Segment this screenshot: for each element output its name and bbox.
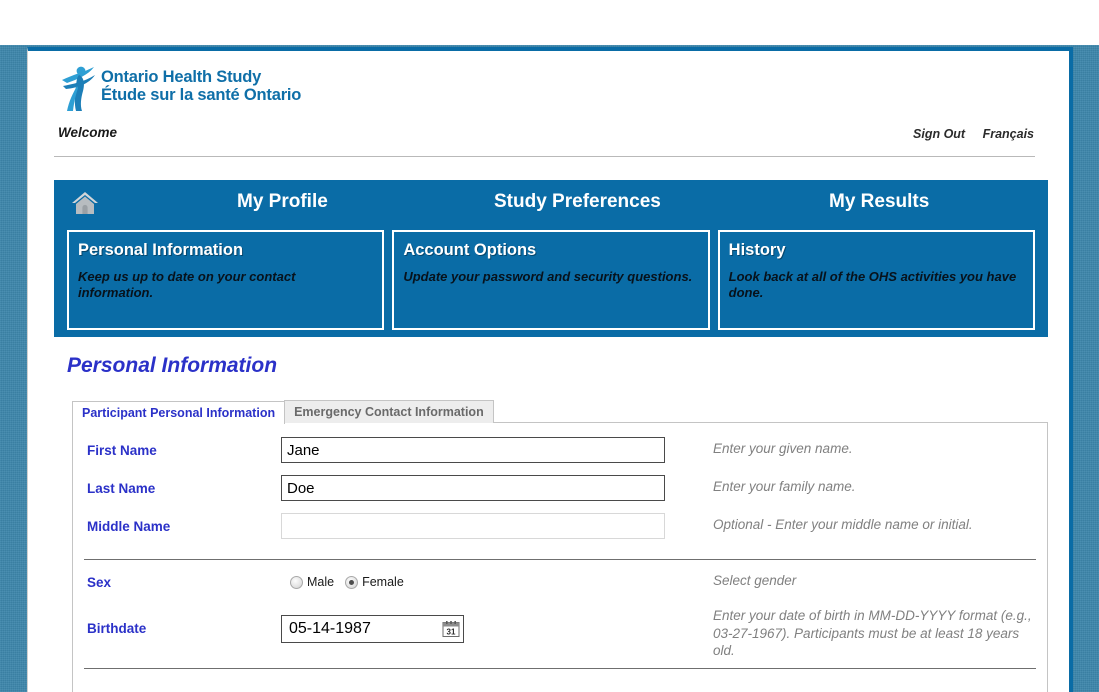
form-group-demographics: Sex Male Female Select gender Birthdate … xyxy=(73,569,1047,660)
nav-item-study-preferences[interactable]: Study Preferences xyxy=(494,191,661,213)
svg-text:31: 31 xyxy=(447,627,456,636)
field-row-birthdate: Birthdate 05-14-1987 31 Enter your date … xyxy=(87,607,1033,660)
field-row-last-name: Last Name Enter your family name. xyxy=(87,475,1033,513)
content-panel: Ontario Health Study Étude sur la santé … xyxy=(27,47,1073,692)
sign-out-link[interactable]: Sign Out xyxy=(913,127,965,141)
field-row-middle-name: Middle Name Optional - Enter your middle… xyxy=(87,513,1033,551)
nav-item-my-results[interactable]: My Results xyxy=(829,191,929,213)
header-links: Sign Out Français xyxy=(899,127,1034,141)
card-description: Look back at all of the OHS activities y… xyxy=(728,269,1017,300)
sex-radio-group: Male Female xyxy=(281,569,701,589)
header-divider xyxy=(54,156,1035,157)
sex-hint: Select gender xyxy=(713,573,797,588)
sex-option-label: Female xyxy=(362,575,404,589)
tab-participant-personal-information[interactable]: Participant Personal Information xyxy=(72,401,286,424)
calendar-icon[interactable]: 31 xyxy=(442,620,460,638)
first-name-label: First Name xyxy=(87,443,157,458)
form-divider xyxy=(84,559,1036,560)
personal-information-form: First Name Enter your given name. Last N… xyxy=(72,422,1048,692)
browser-top-strip xyxy=(0,0,1099,45)
first-name-input[interactable] xyxy=(281,437,665,463)
field-row-first-name: First Name Enter your given name. xyxy=(87,437,1033,475)
last-name-hint: Enter your family name. xyxy=(713,479,856,494)
form-divider xyxy=(84,667,1036,669)
birthdate-hint: Enter your date of birth in MM-DD-YYYY f… xyxy=(713,608,1032,659)
tab-emergency-contact-information[interactable]: Emergency Contact Information xyxy=(284,400,494,423)
site-logo[interactable]: Ontario Health Study Étude sur la santé … xyxy=(58,62,301,112)
nav-cards: Personal Information Keep us up to date … xyxy=(67,230,1035,330)
page-title: Personal Information xyxy=(67,354,278,377)
first-name-hint: Enter your given name. xyxy=(713,441,853,456)
card-title: Account Options xyxy=(403,241,537,259)
sex-option-label: Male xyxy=(307,575,335,589)
card-title: History xyxy=(728,241,786,259)
sex-option-female[interactable]: Female xyxy=(345,575,404,589)
card-description: Keep us up to date on your contact infor… xyxy=(78,269,296,300)
birthdate-label: Birthdate xyxy=(87,621,147,636)
sex-label: Sex xyxy=(87,575,112,590)
tab-bar: Participant Personal Information Emergen… xyxy=(72,400,1056,424)
last-name-input[interactable] xyxy=(281,475,665,501)
site-header: Ontario Health Study Étude sur la santé … xyxy=(41,51,1056,164)
language-french-link[interactable]: Français xyxy=(983,127,1034,141)
sex-option-male[interactable]: Male xyxy=(290,575,334,589)
card-description: Update your password and security questi… xyxy=(403,269,693,284)
last-name-label: Last Name xyxy=(87,481,156,496)
home-icon[interactable] xyxy=(70,190,100,217)
birthdate-field: 31 xyxy=(281,615,464,643)
brand-name-fr: Étude sur la santé Ontario xyxy=(101,86,302,104)
card-title: Personal Information xyxy=(78,241,244,259)
browser-viewport: Ontario Health Study Étude sur la santé … xyxy=(0,0,1099,692)
birthdate-input[interactable] xyxy=(287,619,442,639)
card-history[interactable]: History Look back at all of the OHS acti… xyxy=(717,230,1035,330)
form-group-names: First Name Enter your given name. Last N… xyxy=(73,437,1047,551)
field-row-sex: Sex Male Female Select gender xyxy=(87,569,1033,607)
card-account-options[interactable]: Account Options Update your password and… xyxy=(392,230,710,330)
welcome-text: Welcome xyxy=(58,125,118,140)
middle-name-hint: Optional - Enter your middle name or ini… xyxy=(713,517,973,532)
ohs-figure-logo-icon xyxy=(58,62,98,112)
card-personal-information[interactable]: Personal Information Keep us up to date … xyxy=(67,230,385,330)
radio-icon xyxy=(290,575,303,589)
radio-icon xyxy=(345,575,359,589)
middle-name-label: Middle Name xyxy=(87,519,171,534)
brand-name-en: Ontario Health Study xyxy=(101,68,262,87)
primary-nav: My Profile Study Preferences My Results xyxy=(54,180,1048,229)
middle-name-input[interactable] xyxy=(281,513,665,539)
nav-item-my-profile[interactable]: My Profile xyxy=(237,191,328,213)
primary-nav-block: My Profile Study Preferences My Results … xyxy=(54,180,1048,337)
